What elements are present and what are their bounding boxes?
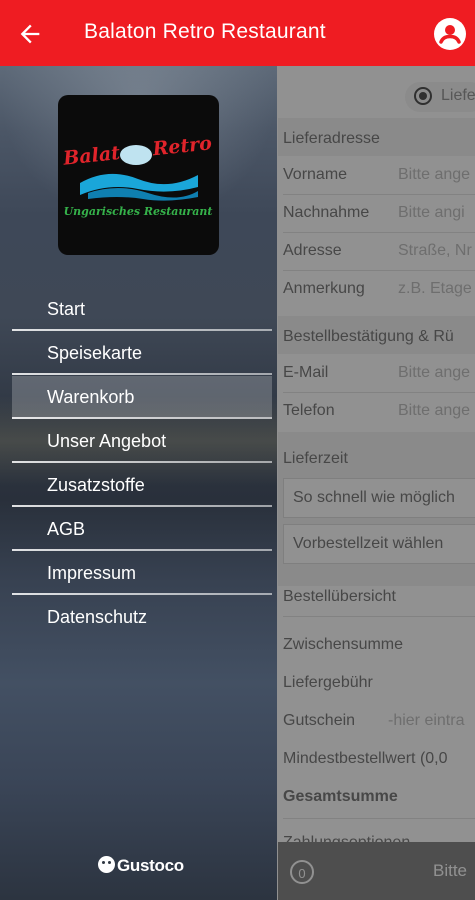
logo-subtitle: Ungarisches Restaurant <box>64 205 213 218</box>
account-circle-icon[interactable] <box>434 18 466 50</box>
restaurant-logo: Balaton Retro Ungarisches Restaurant <box>58 95 219 255</box>
gustoco-brand[interactable]: Gustoco <box>98 856 184 876</box>
brand-label: Gustoco <box>117 856 184 875</box>
menu-item-agb[interactable]: AGB <box>12 508 272 551</box>
menu-item-label: Speisekarte <box>47 343 143 363</box>
menu-item-warenkorb[interactable]: Warenkorb <box>12 376 272 419</box>
menu-item-label: Datenschutz <box>47 607 148 627</box>
arrow-left-icon[interactable] <box>16 20 44 48</box>
menu-item-speisekarte[interactable]: Speisekarte <box>12 332 272 375</box>
menu-item-label: AGB <box>47 519 86 539</box>
navigation-drawer: Balaton Retro Ungarisches Restaurant Sta… <box>0 66 277 900</box>
smiley-icon <box>98 856 115 873</box>
app-bar: Balaton Retro Restaurant <box>0 0 475 66</box>
menu-item-unser-angebot[interactable]: Unser Angebot <box>12 420 272 463</box>
menu-item-zusatzstoffe[interactable]: Zusatzstoffe <box>12 464 272 507</box>
menu-item-label: Zusatzstoffe <box>47 475 145 495</box>
menu-item-label: Unser Angebot <box>47 431 167 451</box>
menu-item-label: Impressum <box>47 563 137 583</box>
menu-item-start[interactable]: Start <box>12 288 272 331</box>
menu-item-impressum[interactable]: Impressum <box>12 552 272 595</box>
menu-item-datenschutz[interactable]: Datenschutz <box>12 596 272 639</box>
page-title: Balaton Retro Restaurant <box>84 20 326 43</box>
menu-item-label: Start <box>47 299 86 319</box>
menu-item-label: Warenkorb <box>47 387 135 407</box>
